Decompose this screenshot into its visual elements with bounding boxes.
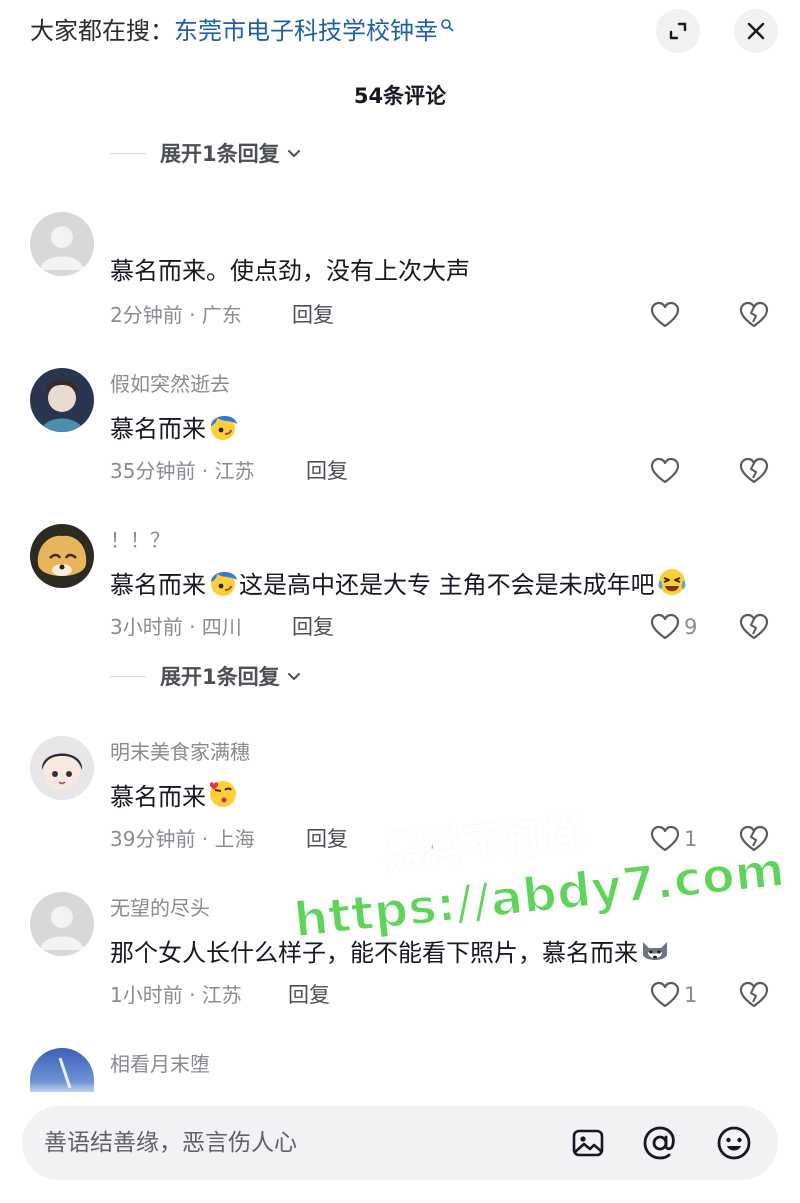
like-button[interactable] bbox=[650, 298, 680, 332]
search-hint-query[interactable]: 东莞市电子科技学校钟幸 bbox=[174, 17, 438, 45]
comment-text-line: 那个女人长什么样子，能不能看下照片，慕名而来 bbox=[110, 934, 671, 970]
husky-emoji-icon bbox=[643, 942, 667, 960]
top-bar: 大家都在搜：东莞市电子科技学校钟幸 bbox=[0, 0, 800, 64]
crying-laugh-emoji-icon bbox=[658, 569, 686, 595]
anime-chibi-avatar-icon bbox=[30, 736, 94, 800]
mention-button[interactable] bbox=[642, 1125, 678, 1161]
divider bbox=[110, 152, 146, 154]
expand-replies-button[interactable]: 展开1条回复 bbox=[110, 136, 302, 170]
default-avatar-icon bbox=[30, 212, 94, 276]
broken-heart-icon bbox=[739, 981, 769, 1008]
expand-replies-label: 展开1条回复 bbox=[160, 142, 280, 166]
expand-replies-button[interactable]: 展开1条回复 bbox=[110, 659, 302, 693]
comment-text: 慕名而来 bbox=[110, 415, 206, 443]
comment-text-line: 慕名而来 bbox=[110, 410, 239, 446]
broken-heart-icon bbox=[739, 613, 769, 640]
dislike-button[interactable] bbox=[738, 822, 770, 856]
dislike-button[interactable] bbox=[738, 610, 770, 644]
reply-button[interactable]: 回复 bbox=[306, 825, 348, 853]
kiss-wink-emoji-icon bbox=[209, 781, 236, 807]
list-fade bbox=[0, 1082, 800, 1102]
image-icon bbox=[572, 1129, 604, 1157]
comment-username[interactable]: ！！？ bbox=[110, 526, 170, 554]
comment-text-line: 慕名而来 bbox=[110, 778, 239, 814]
comment-text-line: 慕名而来 这是高中还是大专 主角不会是未成年吧 bbox=[110, 566, 688, 602]
search-icon bbox=[441, 19, 454, 32]
broken-heart-icon bbox=[739, 301, 769, 328]
reply-button[interactable]: 回复 bbox=[292, 301, 334, 329]
comment-username[interactable]: 无望的尽头 bbox=[110, 894, 210, 922]
heart-icon bbox=[650, 457, 680, 484]
comment-username[interactable]: 明末美食家满穗 bbox=[110, 738, 250, 766]
dislike-button[interactable] bbox=[738, 978, 770, 1012]
avatar[interactable] bbox=[30, 736, 94, 800]
blue-hair-emoji-icon bbox=[211, 571, 237, 596]
heart-icon bbox=[650, 981, 680, 1008]
like-button[interactable]: 1 bbox=[650, 978, 697, 1012]
image-button[interactable] bbox=[570, 1125, 606, 1161]
divider bbox=[110, 675, 146, 677]
blue-hair-emoji-icon bbox=[211, 415, 237, 440]
search-hint-prefix: 大家都在搜： bbox=[30, 17, 174, 45]
comment-count: 54条评论 bbox=[353, 84, 447, 108]
heart-icon bbox=[650, 825, 680, 852]
comment-text: 那个女人长什么样子，能不能看下照片，慕名而来 bbox=[110, 939, 638, 967]
reply-button[interactable]: 回复 bbox=[306, 457, 348, 485]
default-avatar-icon bbox=[30, 892, 94, 956]
reply-button[interactable]: 回复 bbox=[288, 981, 330, 1009]
comment-input-placeholder: 善语结善缘，恶言伤人心 bbox=[44, 1130, 297, 1156]
comment-meta: 39分钟前 · 上海 bbox=[110, 827, 255, 851]
dislike-button[interactable] bbox=[738, 298, 770, 332]
dislike-button[interactable] bbox=[738, 454, 770, 488]
comment-username[interactable]: 假如突然逝去 bbox=[110, 370, 230, 398]
close-icon bbox=[747, 22, 765, 40]
chevron-down-icon bbox=[287, 673, 300, 680]
anime-girl-avatar-icon bbox=[30, 368, 94, 432]
heart-icon bbox=[650, 301, 680, 328]
like-count: 9 bbox=[684, 615, 698, 639]
collapse-window-button[interactable] bbox=[656, 9, 700, 53]
heart-icon bbox=[650, 613, 680, 640]
like-count: 1 bbox=[684, 827, 698, 851]
like-count: 1 bbox=[684, 983, 698, 1007]
comment-input[interactable]: 善语结善缘，恶言伤人心 bbox=[22, 1106, 778, 1180]
like-button[interactable] bbox=[650, 454, 680, 488]
at-icon bbox=[643, 1126, 675, 1160]
collapse-window-icon bbox=[669, 22, 687, 40]
comment-text: 慕名而来 bbox=[110, 571, 206, 599]
avatar[interactable] bbox=[30, 524, 94, 588]
emoji-icon bbox=[717, 1126, 751, 1160]
avatar[interactable] bbox=[30, 368, 94, 432]
avatar[interactable] bbox=[30, 892, 94, 956]
avatar[interactable] bbox=[30, 212, 94, 276]
expand-replies-label: 展开1条回复 bbox=[160, 665, 280, 689]
comment-meta: 35分钟前 · 江苏 bbox=[110, 459, 255, 483]
emoji-button[interactable] bbox=[716, 1125, 752, 1161]
comment-username[interactable]: 相看月末堕 bbox=[110, 1050, 210, 1078]
comment-text-continued: 这是高中还是大专 主角不会是未成年吧 bbox=[239, 571, 655, 599]
broken-heart-icon bbox=[739, 457, 769, 484]
comment-text: 慕名而来 bbox=[110, 783, 206, 811]
comment-meta: 2分钟前 · 广东 bbox=[110, 303, 242, 327]
comment-text: 慕名而来。使点劲，没有上次大声 bbox=[110, 257, 470, 285]
comment-meta: 1小时前 · 江苏 bbox=[110, 983, 242, 1007]
chevron-down-icon bbox=[287, 150, 300, 157]
like-button[interactable]: 1 bbox=[650, 822, 697, 856]
close-button[interactable] bbox=[734, 9, 778, 53]
shiba-dog-avatar-icon bbox=[30, 524, 94, 588]
broken-heart-icon bbox=[739, 825, 769, 852]
trending-search-hint[interactable]: 大家都在搜：东莞市电子科技学校钟幸 bbox=[30, 14, 454, 48]
like-button[interactable]: 9 bbox=[650, 610, 697, 644]
comment-meta: 3小时前 · 四川 bbox=[110, 615, 242, 639]
reply-button[interactable]: 回复 bbox=[292, 613, 334, 641]
